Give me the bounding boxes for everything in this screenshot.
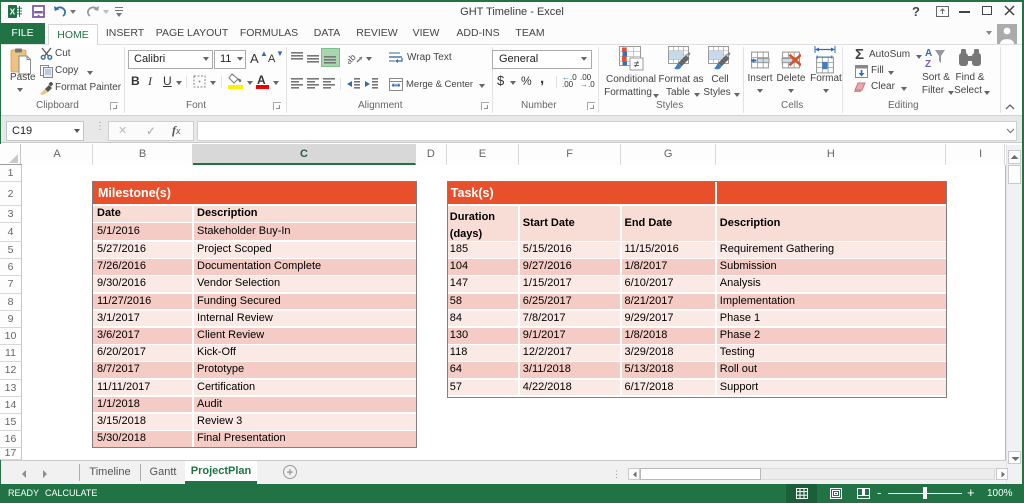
- svg-text:ab: ab: [348, 52, 358, 65]
- svg-text:≠: ≠: [634, 60, 640, 71]
- svg-text:A: A: [925, 48, 932, 59]
- svg-text:Z: Z: [925, 59, 931, 69]
